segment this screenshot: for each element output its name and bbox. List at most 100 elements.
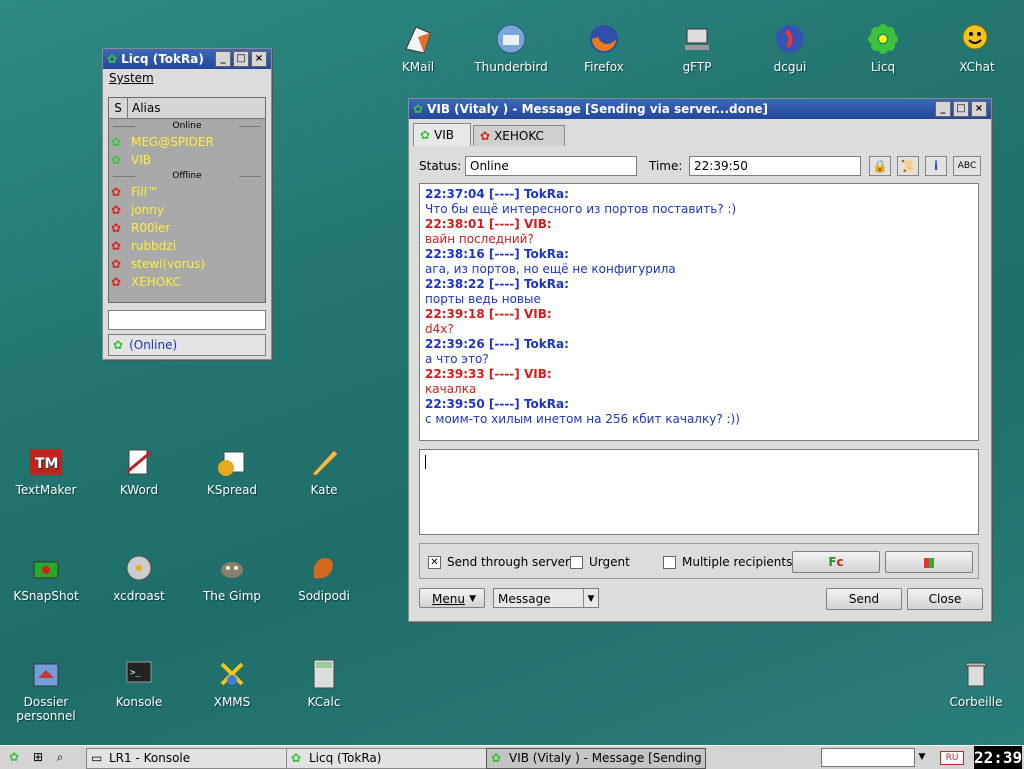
tab-xehokc-label: XEHOKC bbox=[494, 129, 544, 143]
message-header: 22:39:33 [----] VIB: bbox=[425, 367, 552, 381]
background-color-button[interactable] bbox=[885, 551, 973, 573]
maximize-button[interactable]: □ bbox=[233, 51, 249, 67]
urgent-checkbox[interactable]: Urgent bbox=[570, 555, 630, 569]
xcdroast-desktop-icon[interactable]: xcdroast bbox=[99, 551, 179, 603]
multiple-recipients-checkbox[interactable]: Multiple recipients bbox=[663, 555, 792, 569]
xchat-desktop-icon[interactable]: XChat bbox=[937, 22, 1017, 74]
sodipodi-icon bbox=[307, 551, 341, 585]
multiple-recipients-label: Multiple recipients bbox=[682, 555, 793, 569]
history-icon-button[interactable]: 📜 bbox=[897, 156, 919, 176]
chevron-down-icon: ▼ bbox=[583, 589, 598, 607]
close-dialog-button[interactable]: Close bbox=[907, 588, 983, 610]
sodipodi-desktop-icon[interactable]: Sodipodi bbox=[284, 551, 364, 603]
message-header: 22:37:04 [----] TokRa: bbox=[425, 187, 569, 201]
licq-desktop-icon[interactable]: Licq bbox=[843, 22, 923, 74]
trash-desktop-icon[interactable]: Corbeille bbox=[936, 657, 1016, 709]
column-status[interactable]: S bbox=[109, 98, 128, 118]
taskbar-item-message[interactable]: ✿ VIB (Vitaly ) - Message [Sending bbox=[486, 748, 706, 769]
menu-button[interactable]: Menu ▼ bbox=[419, 588, 485, 608]
maximize-button[interactable]: □ bbox=[953, 101, 969, 117]
contact-offline[interactable]: ✿ rubbdzi bbox=[109, 237, 265, 255]
time-field[interactable]: 22:39:50 bbox=[689, 156, 861, 176]
time-label: Time: bbox=[649, 159, 683, 173]
minimize-button[interactable]: _ bbox=[215, 51, 231, 67]
firefox-desktop-icon[interactable]: Firefox bbox=[564, 22, 644, 74]
konsole-desktop-icon[interactable]: >_ Konsole bbox=[99, 657, 179, 709]
contact-offline[interactable]: ✿ jonny bbox=[109, 201, 265, 219]
taskbar-item-konsole[interactable]: ▭ LR1 - Konsole bbox=[86, 748, 306, 769]
offline-flower-icon: ✿ bbox=[111, 275, 122, 289]
tray-dropdown-button[interactable]: ▼ bbox=[914, 748, 930, 767]
checked-icon: ✕ bbox=[428, 556, 441, 569]
dcgui-desktop-icon[interactable]: dcgui bbox=[750, 22, 830, 74]
kmail-desktop-icon[interactable]: KMail bbox=[378, 22, 458, 74]
licq-titlebar[interactable]: ✿ Licq (TokRa) _ □ × bbox=[103, 49, 271, 69]
spellcheck-icon-button[interactable]: ABC bbox=[953, 156, 981, 176]
contact-alias: stewi(vorus) bbox=[131, 257, 206, 271]
contact-alias: rubbdzi bbox=[131, 239, 177, 253]
thunderbird-desktop-icon[interactable]: Thunderbird bbox=[471, 22, 551, 74]
svg-text:>_: >_ bbox=[130, 668, 141, 678]
firefox-icon bbox=[587, 22, 621, 56]
offline-flower-icon: ✿ bbox=[111, 221, 122, 235]
contact-alias: XEHOKC bbox=[131, 275, 181, 289]
licq-title: Licq (TokRa) bbox=[121, 52, 204, 66]
message-titlebar[interactable]: ✿ VIB (Vitaly ) - Message [Sending via s… bbox=[409, 99, 991, 119]
group-online: Online bbox=[109, 119, 265, 133]
info-icon-button[interactable]: i bbox=[925, 156, 947, 176]
licq-message-field[interactable] bbox=[108, 310, 266, 330]
taskbar-item-licq[interactable]: ✿ Licq (TokRa) bbox=[286, 748, 506, 769]
contact-online[interactable]: ✿ VIB bbox=[109, 151, 265, 169]
xmms-desktop-icon[interactable]: XMMS bbox=[192, 657, 272, 709]
contact-offline[interactable]: ✿ XEHOKC bbox=[109, 273, 265, 291]
font-color-button[interactable]: Fc bbox=[792, 551, 880, 573]
send-through-server-checkbox[interactable]: ✕ Send through server bbox=[428, 555, 570, 569]
status-flower-icon: ✿ bbox=[113, 338, 124, 352]
tab-xehokc[interactable]: ✿ XEHOKC bbox=[473, 125, 565, 146]
ksnapshot-icon bbox=[29, 551, 63, 585]
message-type-select[interactable]: Message ▼ bbox=[493, 588, 599, 608]
font-color-icon: c bbox=[836, 555, 844, 569]
k-menu-icon[interactable]: ✿ bbox=[3, 748, 25, 767]
tray-input-field[interactable] bbox=[821, 748, 915, 767]
kspread-desktop-icon[interactable]: KSpread bbox=[192, 445, 272, 497]
textmaker-desktop-icon[interactable]: TM TextMaker bbox=[6, 445, 86, 497]
system-menu[interactable]: System bbox=[109, 71, 154, 85]
send-button[interactable]: Send bbox=[826, 588, 902, 610]
gftp-desktop-icon[interactable]: gFTP bbox=[657, 22, 737, 74]
gimp-label: The Gimp bbox=[202, 589, 262, 603]
message-history[interactable]: 22:37:04 [----] TokRa: Что бы ещё интере… bbox=[419, 183, 979, 441]
close-button[interactable]: × bbox=[251, 51, 267, 67]
contact-offline[interactable]: ✿ R00ler bbox=[109, 219, 265, 237]
konsole-label: Konsole bbox=[115, 695, 163, 709]
calculator-icon bbox=[307, 657, 341, 691]
clock[interactable]: 22:39 bbox=[974, 746, 1022, 769]
column-alias[interactable]: Alias bbox=[128, 98, 160, 118]
search-icon[interactable]: ⌕ bbox=[50, 748, 70, 767]
kword-desktop-icon[interactable]: KWord bbox=[99, 445, 179, 497]
status-field[interactable]: Online bbox=[465, 156, 637, 176]
contact-offline[interactable]: ✿ Fill™ bbox=[109, 183, 265, 201]
licq-status-text: (Online) bbox=[129, 338, 178, 352]
minimize-button[interactable]: _ bbox=[935, 101, 951, 117]
licq-status-bar[interactable]: ✿ (Online) bbox=[108, 334, 266, 356]
group-offline: Offline bbox=[109, 169, 265, 183]
show-desktop-icon[interactable]: ⊞ bbox=[28, 748, 48, 767]
message-text: качалка bbox=[425, 382, 477, 396]
message-input[interactable] bbox=[419, 449, 979, 535]
ksnapshot-desktop-icon[interactable]: KSnapShot bbox=[6, 551, 86, 603]
kspread-icon bbox=[215, 445, 249, 479]
close-button[interactable]: × bbox=[971, 101, 987, 117]
keyboard-layout-indicator[interactable]: RU bbox=[940, 751, 964, 765]
tab-vib[interactable]: ✿ VIB bbox=[413, 123, 471, 146]
home-folder-desktop-icon[interactable]: Dossier personnel bbox=[6, 657, 86, 723]
kcalc-desktop-icon[interactable]: KCalc bbox=[284, 657, 364, 709]
dcgui-icon bbox=[773, 22, 807, 56]
contact-online[interactable]: ✿ MEG@SPIDER bbox=[109, 133, 265, 151]
message-text: d4x? bbox=[425, 322, 454, 336]
contact-list: S Alias Online ✿ MEG@SPIDER ✿ VIB Offline … bbox=[108, 97, 266, 303]
security-icon-button[interactable]: 🔒 bbox=[869, 156, 891, 176]
gimp-desktop-icon[interactable]: The Gimp bbox=[192, 551, 272, 603]
kate-desktop-icon[interactable]: Kate bbox=[284, 445, 364, 497]
contact-offline[interactable]: ✿ stewi(vorus) bbox=[109, 255, 265, 273]
